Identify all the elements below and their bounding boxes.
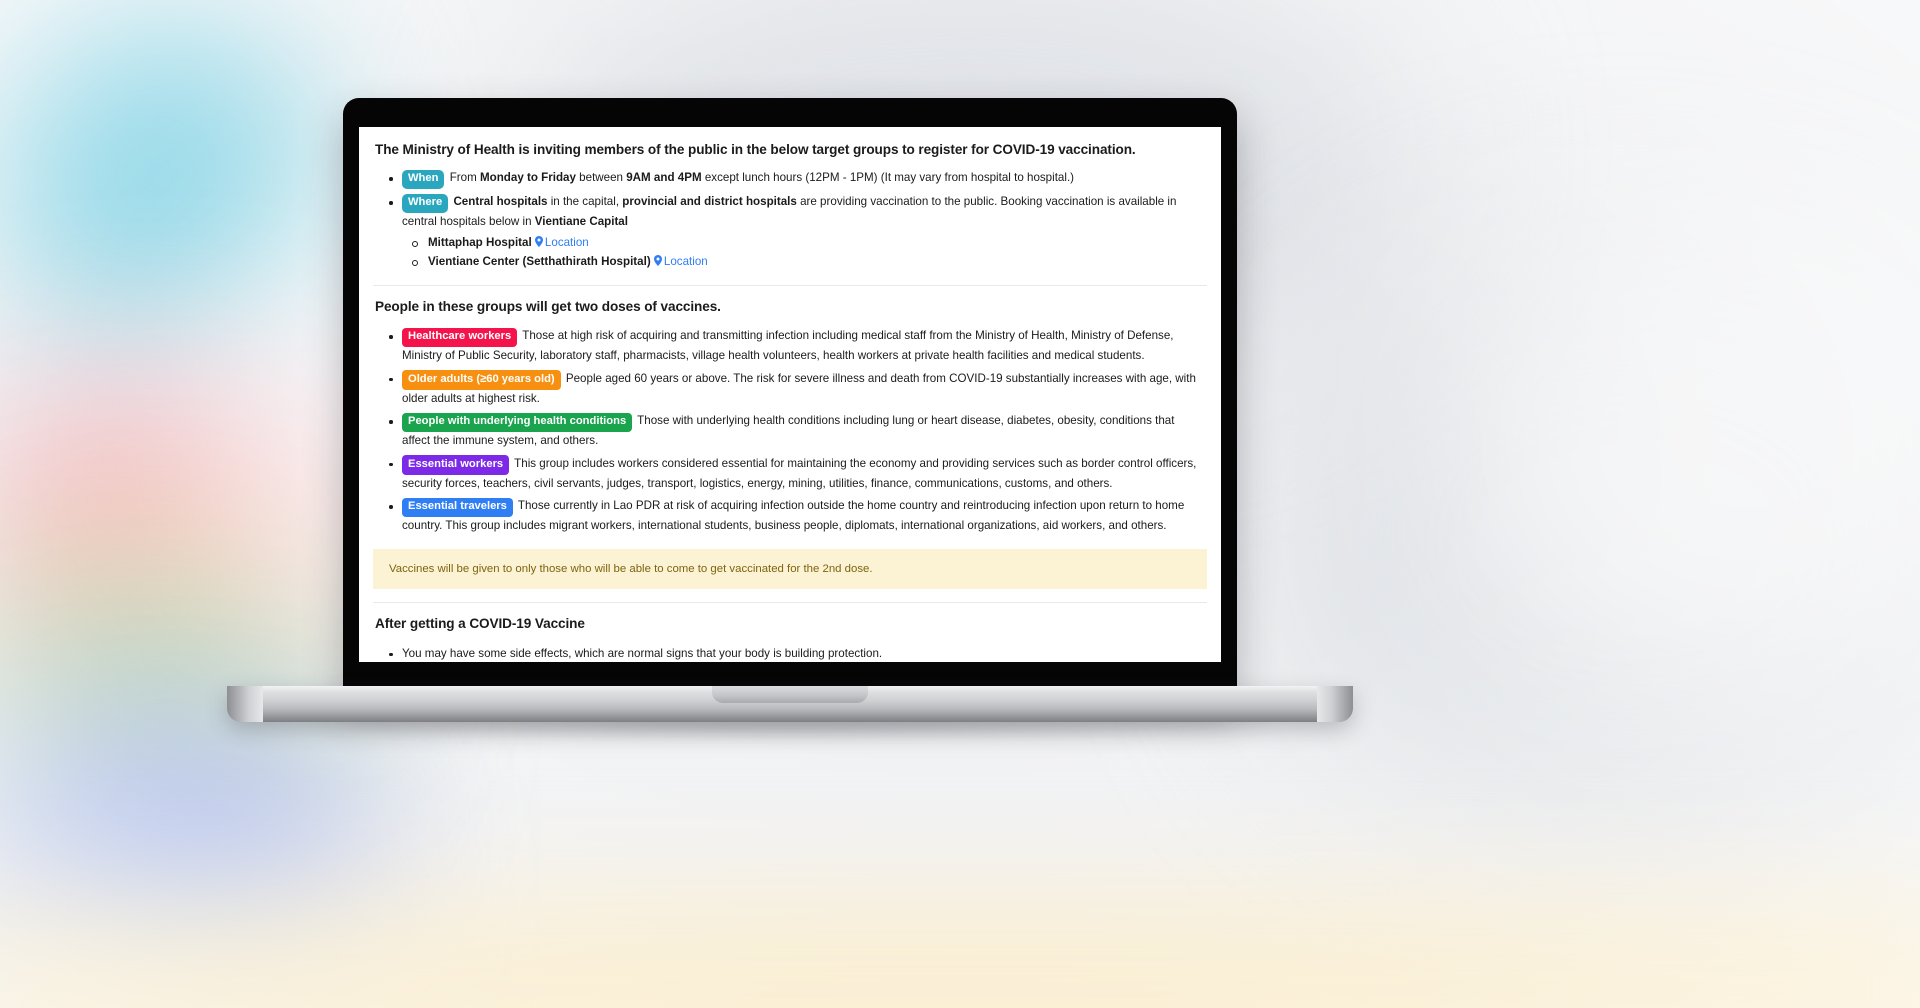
target-group-item: Essential workers This group includes wo… [375,455,1205,493]
hospital-list-item: Vientiane Center (Setthathirath Hospital… [402,253,1205,272]
when-where-list: When From Monday to Friday between 9AM a… [375,169,1205,272]
hospital-list-item: Mittaphap Hospital Location [402,234,1205,253]
emphasis-text: Monday to Friday [479,171,576,185]
background-blob-purple [0,720,350,920]
emphasis-text: Vientiane Capital [534,214,628,228]
body-text: between [575,171,627,185]
target-group-badge: Essential workers [402,455,510,475]
background-blob-grey-2 [1250,230,1920,850]
body-text: in the capital, [547,195,623,209]
after-vaccine-section: After getting a COVID-19 Vaccine You may… [373,615,1207,662]
emphasis-text: Central hospitals [453,195,548,209]
target-group-item: Older adults (≥60 years old) People aged… [375,370,1205,408]
location-link-label: Location [544,235,589,249]
background-blob-orange [0,520,350,700]
location-pin-icon [653,255,662,267]
background-blob-cyan [0,10,320,340]
target-groups-list: Healthcare workers Those at high risk of… [375,327,1205,535]
after-vaccine-heading: After getting a COVID-19 Vaccine [375,616,585,632]
page-title: The Ministry of Health is inviting membe… [375,142,1136,157]
after-vaccine-list: You may have some side effects, which ar… [375,645,1205,662]
hospital-list: Mittaphap Hospital Location Vientiane Cen… [402,234,1205,273]
doses-heading: People in these groups will get two dose… [375,299,721,315]
background-blob-pink [0,390,340,620]
webpage-content: The Ministry of Health is inviting membe… [359,127,1221,662]
registration-intro-section: The Ministry of Health is inviting membe… [373,141,1207,272]
target-group-badge: Healthcare workers [402,327,518,348]
where-badge: Where [402,193,449,213]
scene-background: The Ministry of Health is inviting membe… [0,0,1920,1008]
laptop-base-notch [712,686,868,703]
hospital-location-link[interactable]: Location [653,255,708,269]
hospital-name: Vientiane Center (Setthathirath Hospital… [428,255,654,269]
when-badge: When [402,169,445,190]
target-group-description: This group includes workers considered e… [402,456,1197,490]
second-dose-notice: Vaccines will be given to only those who… [373,548,1207,590]
where-text: Central hospitals in the capital, provin… [402,195,1176,228]
target-group-description: Those currently in Lao PDR at risk of ac… [402,499,1185,533]
emphasis-text: 9AM and 4PM [626,171,702,185]
target-group-description: Those at high risk of acquiring and tran… [402,329,1174,363]
target-group-item: Healthcare workers Those at high risk of… [375,327,1205,365]
laptop-mockup: The Ministry of Health is inviting membe… [227,98,1353,740]
body-text: From [449,171,480,185]
location-link-label: Location [663,255,708,269]
target-group-item: People with underlying health conditions… [375,412,1205,450]
background-blob-white-2 [1450,180,1920,700]
background-blob-cream [0,900,1920,1008]
section-divider-2 [373,602,1207,604]
where-list-item: Where Central hospitals in the capital, … [375,193,1205,272]
hospital-name: Mittaphap Hospital [428,235,535,249]
hospital-location-link[interactable]: Location [534,235,589,249]
target-group-item: Essential travelers Those currently in L… [375,497,1205,535]
location-pin-icon [534,235,543,247]
emphasis-text: provincial and district hospitals [622,195,797,209]
target-group-badge: Essential travelers [402,497,513,518]
target-group-badge: Older adults (≥60 years old) [402,370,561,390]
laptop-screen: The Ministry of Health is inviting membe… [359,127,1221,662]
when-text: From Monday to Friday between 9AM and 4P… [450,171,1074,184]
section-divider-1 [373,285,1207,287]
after-vaccine-item: You may have some side effects, which ar… [375,645,1205,662]
target-group-badge: People with underlying health conditions [402,412,633,433]
target-groups-section: People in these groups will get two dose… [373,298,1207,536]
body-text: except lunch hours (12PM - 1PM) (It may … [701,171,1075,185]
background-blob-blue [0,800,350,1000]
when-list-item: When From Monday to Friday between 9AM a… [375,169,1205,190]
